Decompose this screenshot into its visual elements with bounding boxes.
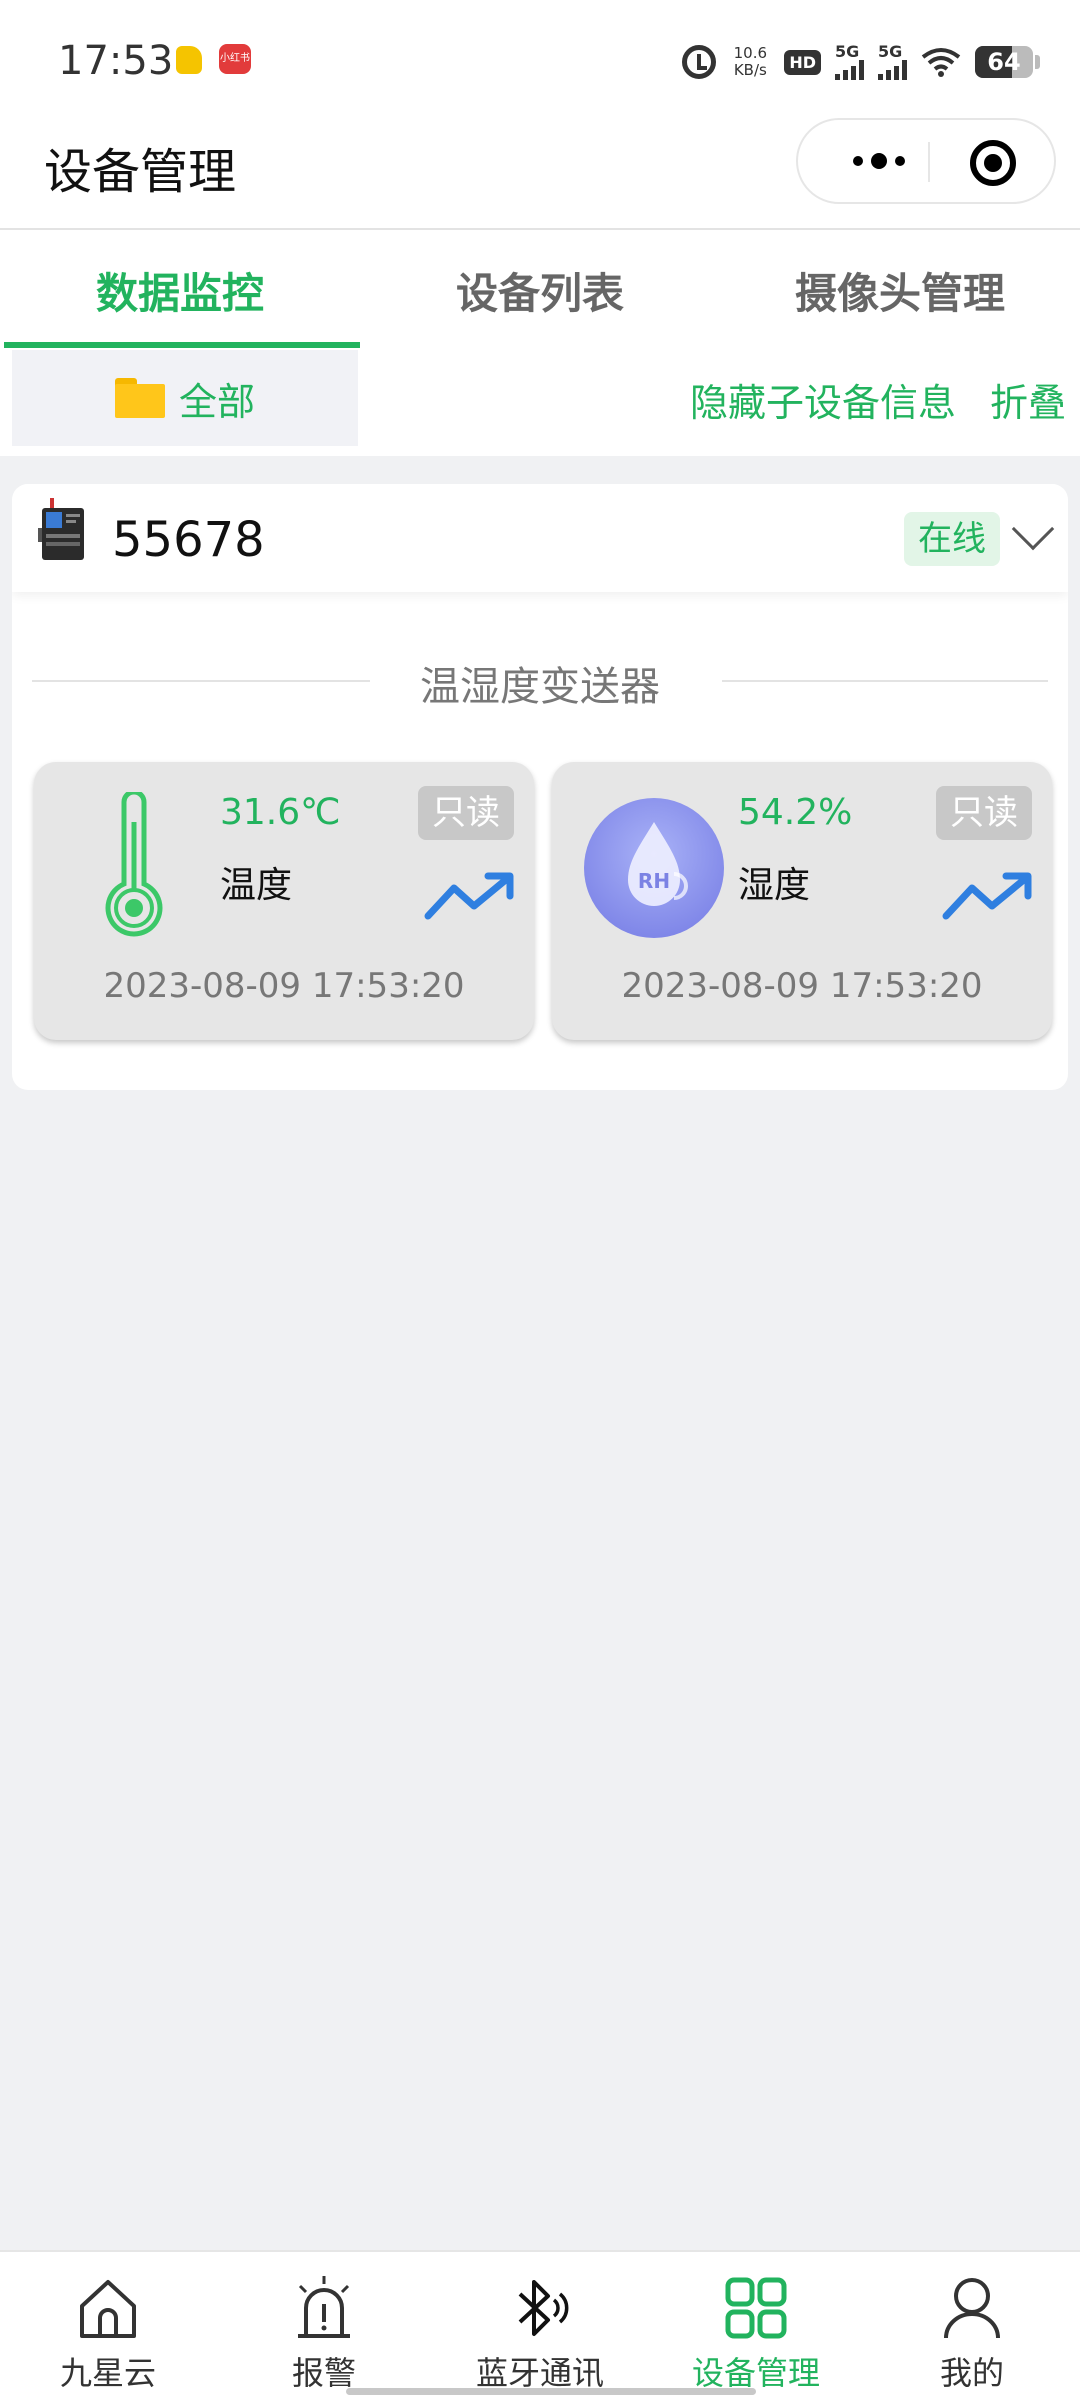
device-name: 55678 [112, 512, 265, 568]
tabbar-item-profile[interactable]: 我的 [864, 2252, 1080, 2400]
tabbar-label: 我的 [939, 2354, 1004, 2392]
sensor-card-humidity[interactable]: RH 54.2% 湿度 只读 2023-08-09 17:53:20 [552, 762, 1052, 1040]
humidity-rh-icon: RH [584, 798, 724, 938]
status-badge: 在线 [904, 512, 1000, 566]
home-indicator[interactable] [346, 2388, 756, 2395]
hd-voice-icon: HD [784, 49, 821, 75]
sensor-value: 31.6℃ [220, 792, 341, 833]
alarm-icon [298, 2276, 350, 2338]
tabbar-item-bluetooth[interactable]: 蓝牙通讯 [432, 2252, 648, 2400]
hide-sub-device-info-link[interactable]: 隐藏子设备信息 [690, 372, 956, 427]
sensor-label: 湿度 [738, 865, 811, 906]
read-only-badge: 只读 [936, 786, 1032, 840]
bluetooth-icon [518, 2280, 569, 2336]
tab-bar-top: 数据监控 设备列表 摄像头管理 [0, 228, 1080, 350]
battery-icon: 64 [975, 46, 1033, 78]
user-icon [944, 2278, 1000, 2339]
trend-chart-icon[interactable] [942, 872, 1034, 922]
page-title: 设备管理 [44, 144, 237, 200]
status-time: 17:53 [58, 38, 174, 84]
more-options-icon[interactable] [834, 120, 924, 202]
alarm-clock-icon [682, 45, 717, 79]
sensor-group-header: 温湿度变送器 [32, 654, 1048, 710]
network-speed: 10.6 KB/s [733, 44, 768, 79]
sensor-label: 温度 [220, 865, 293, 906]
grid-icon [725, 2277, 787, 2339]
device-header[interactable]: 55678 在线 [12, 484, 1068, 592]
nav-bar: 设备管理 [0, 118, 1080, 228]
sensor-card-temperature[interactable]: 31.6℃ 温度 只读 2023-08-09 17:53:20 [34, 762, 534, 1040]
trend-chart-icon[interactable] [424, 872, 516, 922]
close-target-icon[interactable] [970, 140, 1016, 186]
sensor-timestamp: 2023-08-09 17:53:20 [621, 966, 983, 1006]
read-only-badge: 只读 [418, 786, 514, 840]
tabbar-item-device-management[interactable]: 设备管理 [648, 2252, 864, 2400]
app-notification-icon [176, 46, 202, 74]
rh-icon-text: RH [638, 869, 670, 893]
tab-camera-management[interactable]: 摄像头管理 [720, 230, 1080, 350]
tab-data-monitor[interactable]: 数据监控 [0, 230, 360, 350]
signal-icon-sim1: 5G [835, 44, 864, 80]
tab-device-list[interactable]: 设备列表 [360, 230, 720, 350]
sensor-timestamp: 2023-08-09 17:53:20 [103, 966, 465, 1006]
status-indicators: 10.6 KB/s HD 5G 5G 64 [682, 40, 1040, 84]
device-card: 55678 在线 温湿度变送器 31.6℃ 温度 只读 2023-08-09 1… [12, 484, 1068, 1090]
status-bar: 17:53 小红书 10.6 KB/s HD 5G 5G 64 [0, 0, 1080, 118]
device-gateway-icon [38, 498, 84, 560]
tabbar-label: 九星云 [59, 2354, 156, 2392]
mini-program-capsule [796, 118, 1056, 204]
sensor-group-title: 温湿度变送器 [420, 664, 660, 710]
active-tab-indicator [4, 342, 360, 348]
bottom-tab-bar: 九星云 报警 蓝牙通讯 设备管理 我的 [0, 2250, 1080, 2400]
thermometer-icon [105, 792, 163, 937]
tabbar-item-home[interactable]: 九星云 [0, 2252, 216, 2400]
tabbar-item-alarm[interactable]: 报警 [216, 2252, 432, 2400]
fold-link[interactable]: 折叠 [990, 372, 1066, 427]
app-badge-icon: 小红书 [219, 44, 251, 74]
folder-label: 全部 [178, 379, 255, 424]
filter-bar: 全部 隐藏子设备信息 折叠 [0, 350, 1080, 456]
folder-icon [114, 378, 165, 418]
folder-filter-button[interactable]: 全部 [12, 350, 358, 446]
sensor-value: 54.2% [738, 792, 853, 833]
chevron-down-icon[interactable] [1011, 507, 1055, 551]
home-icon [80, 2280, 136, 2338]
wifi-icon [921, 47, 961, 77]
signal-icon-sim2: 5G [878, 44, 907, 80]
